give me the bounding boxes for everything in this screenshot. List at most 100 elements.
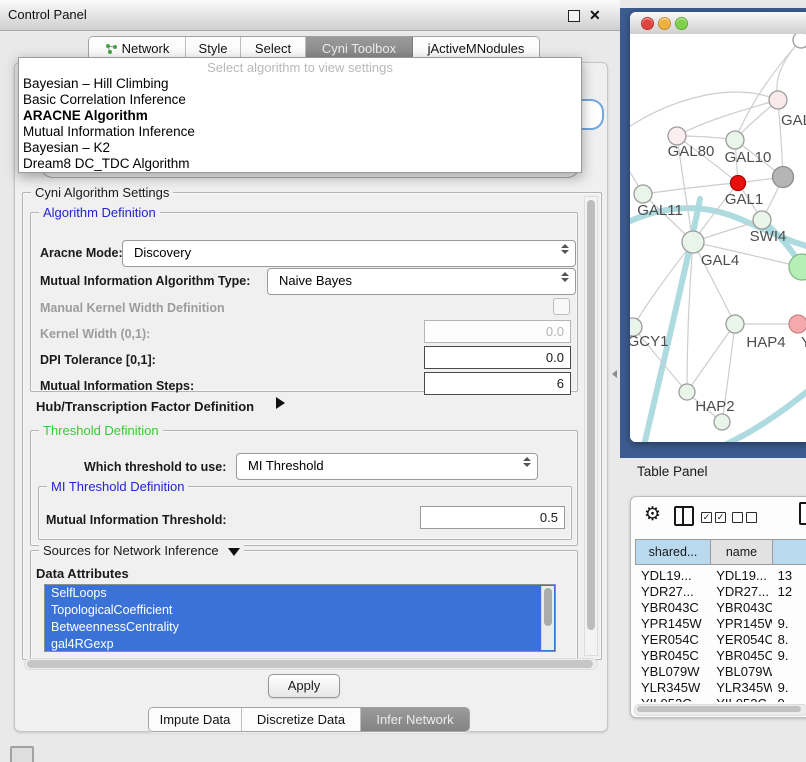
- table-cell[interactable]: 9: [772, 696, 806, 702]
- table-cell[interactable]: YDL19...: [635, 568, 710, 584]
- network-node-gal[interactable]: [769, 91, 787, 109]
- deselect-all-checkbox-icon-2[interactable]: [746, 512, 757, 523]
- column-header-1[interactable]: name: [711, 539, 773, 565]
- network-edge[interactable]: [677, 100, 778, 136]
- network-node-hap4[interactable]: [726, 315, 744, 333]
- tab-discretize-data[interactable]: Discretize Data: [242, 708, 361, 731]
- zoom-traffic-light-icon[interactable]: [675, 17, 688, 30]
- splitter-handle-icon[interactable]: [612, 370, 617, 378]
- tab-impute-data[interactable]: Impute Data: [149, 708, 242, 731]
- network-node-gal10[interactable]: [726, 131, 744, 149]
- table-row[interactable]: YPR145WYPR145W9.: [635, 616, 806, 632]
- network-node-swi4[interactable]: [789, 254, 806, 280]
- network-canvas[interactable]: GALGAL80GAL10GAL11GAL1GAL4SWI4GCY1HAP4YH…: [630, 34, 806, 442]
- column-header-0[interactable]: shared...: [635, 539, 711, 565]
- algorithm-option-4[interactable]: Bayesian – K2: [19, 140, 581, 156]
- sources-title[interactable]: Sources for Network Inference: [39, 543, 244, 558]
- table-cell[interactable]: YDR27...: [710, 584, 771, 600]
- settings-vertical-scrollbar[interactable]: [584, 196, 598, 656]
- table-cell[interactable]: YLR345W: [635, 680, 710, 696]
- network-node[interactable]: [714, 414, 730, 430]
- table-cell[interactable]: 12: [772, 584, 806, 600]
- collapsed-arrow-icon[interactable]: [276, 397, 285, 409]
- table-row[interactable]: YDL19...YDL19...13: [635, 568, 806, 584]
- table-cell[interactable]: YBR043C: [710, 600, 771, 616]
- network-node-hap2[interactable]: [679, 384, 695, 400]
- table-cell[interactable]: 8.: [772, 632, 806, 648]
- algorithm-option-3[interactable]: Mutual Information Inference: [19, 124, 581, 140]
- table-cell[interactable]: YLR345W: [710, 680, 771, 696]
- attribute-item-3[interactable]: gal4RGexp: [45, 636, 555, 652]
- float-window-icon[interactable]: [568, 10, 580, 22]
- close-traffic-light-icon[interactable]: [641, 17, 654, 30]
- table-cell[interactable]: YBL079W: [635, 664, 710, 680]
- table-cell[interactable]: YPR145W: [635, 616, 710, 632]
- table-cell[interactable]: YER054C: [710, 632, 771, 648]
- network-window-titlebar[interactable]: [630, 12, 806, 35]
- table-cell[interactable]: YBR043C: [635, 600, 710, 616]
- table-row[interactable]: YIL052CYIL052C9: [635, 696, 806, 702]
- table-cell[interactable]: YIL052C: [635, 696, 710, 702]
- dpi-tolerance-field[interactable]: 0.0: [424, 346, 571, 369]
- network-node-gal4[interactable]: [682, 231, 704, 253]
- table-cell[interactable]: [772, 664, 806, 680]
- table-cell[interactable]: 9.: [772, 680, 806, 696]
- table-row[interactable]: YDR27...YDR27...12: [635, 584, 806, 600]
- network-node-y[interactable]: [789, 315, 806, 333]
- mi-steps-field[interactable]: 6: [424, 372, 571, 395]
- algorithm-option-0[interactable]: Bayesian – Hill Climbing: [19, 76, 581, 92]
- close-icon[interactable]: ✕: [589, 7, 601, 23]
- table-row[interactable]: YBR043CYBR043C: [635, 600, 806, 616]
- table-cell[interactable]: YBR045C: [635, 648, 710, 664]
- network-node-gal1[interactable]: [753, 211, 771, 229]
- deselect-all-checkbox-icon[interactable]: [732, 512, 743, 523]
- select-all-checkbox-icon-2[interactable]: ✓: [715, 512, 726, 523]
- apply-button[interactable]: Apply: [268, 674, 340, 698]
- select-all-checkbox-icon[interactable]: ✓: [701, 512, 712, 523]
- table-row[interactable]: YER054CYER054C8.: [635, 632, 806, 648]
- network-node-gal11[interactable]: [634, 185, 652, 203]
- attribute-item-2[interactable]: BetweennessCentrality: [45, 619, 555, 636]
- function-builder-icon[interactable]: [799, 502, 806, 525]
- manual-kernel-width-checkbox[interactable]: [553, 298, 570, 315]
- mi-algorithm-type-combo[interactable]: Naive Bayes: [267, 268, 576, 295]
- network-node[interactable]: [731, 176, 746, 191]
- table-row[interactable]: YLR345WYLR345W9.: [635, 680, 806, 696]
- table-row[interactable]: YBR045CYBR045C9.: [635, 648, 806, 664]
- table-cell[interactable]: 9.: [772, 616, 806, 632]
- algorithm-option-1[interactable]: Basic Correlation Inference: [19, 92, 581, 108]
- hub-definition-label[interactable]: Hub/Transcription Factor Definition: [36, 399, 254, 414]
- table-cell[interactable]: YER054C: [635, 632, 710, 648]
- show-columns-icon[interactable]: [674, 506, 694, 526]
- column-header-2[interactable]: [773, 539, 806, 565]
- table-cell[interactable]: 13: [772, 568, 806, 584]
- algorithm-option-5[interactable]: Dream8 DC_TDC Algorithm: [19, 156, 581, 172]
- mi-threshold-field[interactable]: 0.5: [420, 506, 565, 529]
- tab-infer-network[interactable]: Infer Network: [361, 708, 469, 731]
- kernel-width-field[interactable]: 0.0: [424, 320, 571, 343]
- collapsed-panel-icon[interactable]: [10, 746, 34, 762]
- table-cell[interactable]: 9.: [772, 648, 806, 664]
- table-cell[interactable]: YPR145W: [710, 616, 771, 632]
- algorithm-option-2[interactable]: ARACNE Algorithm: [19, 108, 581, 124]
- gear-icon[interactable]: ⚙: [644, 503, 661, 526]
- data-attributes-list[interactable]: SelfLoopsTopologicalCoefficientBetweenne…: [44, 584, 556, 652]
- network-edge[interactable]: [643, 183, 738, 194]
- table-cell[interactable]: YBL079W: [710, 664, 771, 680]
- table-cell[interactable]: YDL19...: [710, 568, 771, 584]
- attribute-item-0[interactable]: SelfLoops: [45, 585, 555, 602]
- attributes-scrollbar[interactable]: [541, 586, 554, 650]
- table-horizontal-scrollbar[interactable]: [634, 704, 806, 716]
- minimize-traffic-light-icon[interactable]: [658, 17, 671, 30]
- table-row[interactable]: YBL079WYBL079W: [635, 664, 806, 680]
- which-threshold-combo[interactable]: MI Threshold: [236, 453, 538, 480]
- table-cell[interactable]: [772, 600, 806, 616]
- table-cell[interactable]: YDR27...: [635, 584, 710, 600]
- aracne-mode-combo[interactable]: Discovery: [122, 240, 576, 267]
- settings-horizontal-scrollbar[interactable]: [24, 658, 598, 670]
- network-node[interactable]: [793, 34, 806, 48]
- table-cell[interactable]: YBR045C: [710, 648, 771, 664]
- attribute-item-1[interactable]: TopologicalCoefficient: [45, 602, 555, 619]
- network-node[interactable]: [773, 167, 794, 188]
- table-cell[interactable]: YIL052C: [710, 696, 771, 702]
